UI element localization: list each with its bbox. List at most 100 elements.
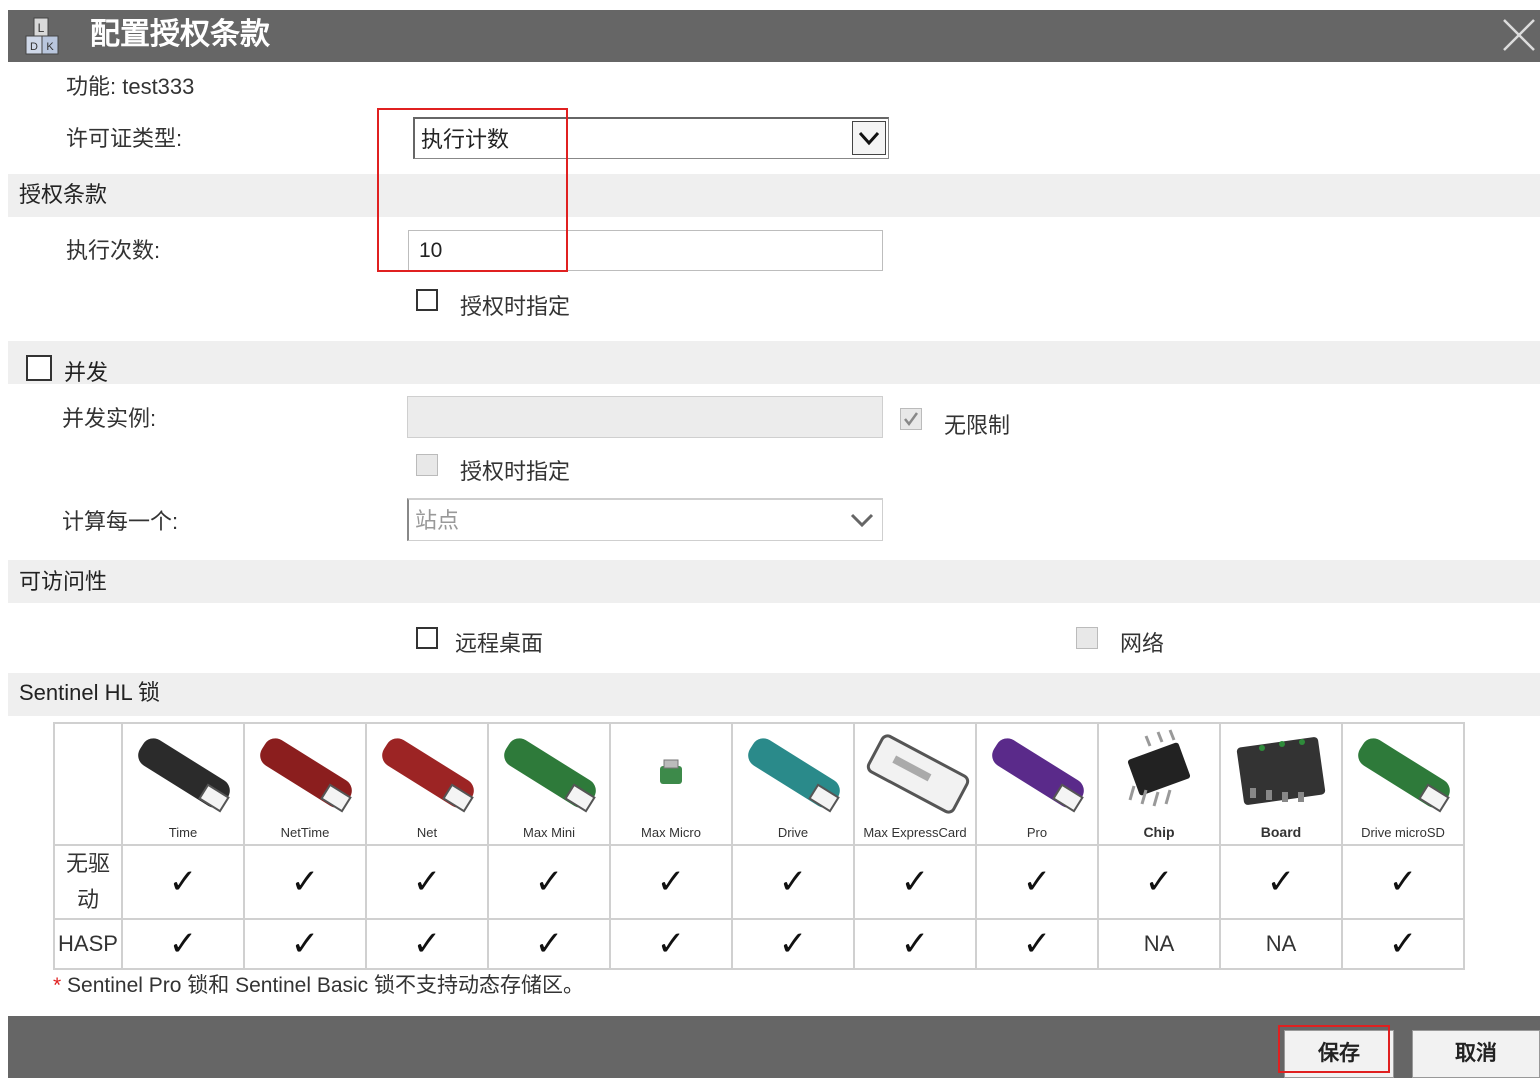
support-cell: ✓ — [975, 918, 1099, 970]
support-cell: ✓ — [1097, 844, 1221, 920]
device-name: NetTime — [280, 825, 330, 840]
license-type-value: 执行计数 — [421, 127, 510, 152]
chevron-down-icon — [858, 131, 880, 146]
support-cell: ✓ — [1341, 918, 1465, 970]
hl-keys-table: Time NetTime Net Max Mini Max Micro Drive Max … — [53, 722, 1465, 970]
concurrency-section-title: 并发 — [64, 360, 109, 385]
title-bar: L D K 配置授权条款 — [8, 10, 1540, 62]
usb-key-icon — [504, 738, 596, 813]
device-cell: Time — [121, 722, 245, 846]
exec-specify-checkbox[interactable] — [416, 289, 438, 311]
dialog-title: 配置授权条款 — [90, 18, 270, 51]
usb-key-icon — [382, 738, 474, 813]
support-cell: ✓ — [243, 844, 367, 920]
support-cell: ✓ — [243, 918, 367, 970]
support-cell: ✓ — [121, 844, 245, 920]
network-label: 网络 — [1120, 631, 1165, 656]
device-cell: Pro — [975, 722, 1099, 846]
support-cell: ✓ — [731, 844, 855, 920]
device-name: Max ExpressCard — [863, 825, 967, 840]
remote-desktop-label: 远程桌面 — [455, 631, 544, 656]
device-cell: Board — [1219, 722, 1343, 846]
device-name: Drive — [777, 825, 809, 840]
exec-count-label: 执行次数: — [66, 238, 161, 263]
support-cell: ✓ — [609, 918, 733, 970]
support-cell: ✓ — [487, 918, 611, 970]
exec-count-input[interactable] — [409, 231, 882, 270]
device-cell: Max Mini — [487, 722, 611, 846]
device-cell: NetTime — [243, 722, 367, 846]
device-cell: Drive microSD — [1341, 722, 1465, 846]
count-per-value: 站点 — [415, 508, 460, 533]
usb-key-icon — [992, 738, 1084, 813]
cancel-button[interactable]: 取消 — [1412, 1030, 1540, 1078]
usb-key-icon — [748, 738, 840, 813]
support-cell: ✓ — [609, 844, 733, 920]
device-cell: Net — [365, 722, 489, 846]
svg-text:K: K — [46, 41, 54, 53]
product-icon: L D K — [25, 17, 59, 55]
usb-key-icon — [138, 738, 230, 813]
device-name: Chip — [1143, 824, 1175, 840]
empty-header-cell — [53, 722, 123, 846]
hl-section-title: Sentinel HL 锁 — [19, 680, 161, 705]
concurrency-section-header — [8, 341, 1540, 384]
device-name: Time — [168, 825, 198, 840]
note-text: Sentinel Pro 锁和 Sentinel Basic 锁不支持动态存储区… — [61, 974, 585, 997]
count-per-label: 计算每一个: — [62, 509, 179, 534]
access-section-title: 可访问性 — [19, 569, 108, 594]
table-row: HASP ✓ ✓ ✓ ✓ ✓ ✓ ✓ ✓ NA NA ✓ — [53, 918, 1465, 970]
chevron-down-icon[interactable] — [848, 508, 876, 532]
support-cell: ✓ — [1341, 844, 1465, 920]
concurrency-checkbox[interactable] — [26, 355, 52, 381]
feature-label: 功能: test333 — [66, 74, 195, 99]
support-cell: NA — [1219, 918, 1343, 970]
device-name: Max Mini — [522, 825, 575, 840]
usb-key-icon — [260, 738, 352, 813]
usb-key-icon — [1127, 729, 1191, 807]
exec-specify-label: 授权时指定 — [460, 294, 571, 319]
save-button[interactable]: 保存 — [1284, 1030, 1394, 1078]
device-header-row: Time NetTime Net Max Mini Max Micro Drive Max … — [53, 722, 1465, 846]
terms-section-title: 授权条款 — [19, 182, 108, 207]
device-name: Board — [1260, 824, 1302, 840]
license-type-select[interactable]: 执行计数 — [413, 117, 889, 159]
close-icon[interactable] — [1500, 16, 1538, 54]
instances-field[interactable] — [407, 396, 883, 438]
support-cell: ✓ — [1219, 844, 1343, 920]
unlimited-checkbox[interactable] — [900, 408, 922, 430]
support-cell: NA — [1097, 918, 1221, 970]
license-type-dropdown-button[interactable] — [852, 121, 886, 155]
terms-section-header: 授权条款 — [8, 174, 1540, 217]
check-icon — [904, 412, 919, 427]
hl-note: * Sentinel Pro 锁和 Sentinel Basic 锁不支持动态存… — [53, 972, 584, 1000]
table-row: 无驱动 ✓ ✓ ✓ ✓ ✓ ✓ ✓ ✓ ✓ ✓ ✓ — [53, 844, 1465, 920]
concurrency-specify-checkbox[interactable] — [416, 454, 438, 476]
support-cell: ✓ — [365, 844, 489, 920]
count-per-select[interactable]: 站点 — [407, 498, 883, 541]
device-cell: Chip — [1097, 722, 1221, 846]
support-cell: ✓ — [487, 844, 611, 920]
svg-text:D: D — [30, 41, 38, 53]
usb-key-icon — [1358, 738, 1450, 813]
remote-desktop-checkbox[interactable] — [416, 627, 438, 649]
row-label: HASP — [53, 918, 123, 970]
support-cell: ✓ — [731, 918, 855, 970]
exec-count-field[interactable] — [408, 230, 883, 271]
svg-text:L: L — [38, 21, 45, 35]
concurrency-specify-label: 授权时指定 — [460, 459, 571, 484]
device-name: Pro — [1026, 825, 1048, 840]
usb-key-icon — [660, 759, 682, 784]
network-checkbox[interactable] — [1076, 627, 1098, 649]
support-cell: ✓ — [365, 918, 489, 970]
row-label: 无驱动 — [53, 844, 123, 920]
device-cell: Max ExpressCard — [853, 722, 977, 846]
support-cell: ✓ — [975, 844, 1099, 920]
device-cell: Max Micro — [609, 722, 733, 846]
usb-key-icon — [866, 734, 970, 814]
unlimited-label: 无限制 — [944, 413, 1011, 438]
device-name: Max Micro — [641, 825, 701, 840]
access-section-header: 可访问性 — [8, 560, 1540, 603]
hl-section-header: Sentinel HL 锁 — [8, 673, 1540, 716]
device-name: Drive microSD — [1361, 825, 1445, 840]
